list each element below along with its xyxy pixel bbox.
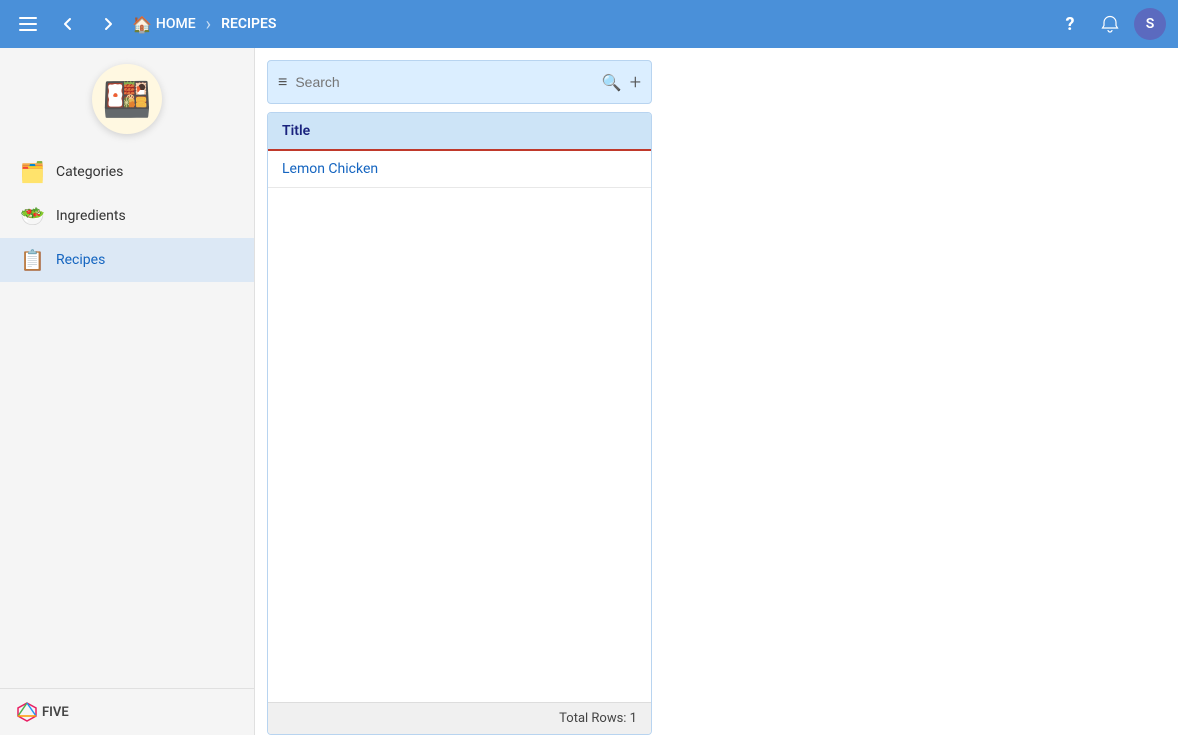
breadcrumb-separator: ›: [206, 14, 211, 35]
ingredients-icon: 🥗: [20, 204, 44, 228]
menu-button[interactable]: [12, 8, 44, 40]
notifications-button[interactable]: [1094, 8, 1126, 40]
five-logo-icon: [16, 701, 38, 723]
main-content: ≡ 🔍 + Title Lemon Chicken Total Rows: 1: [255, 48, 1178, 735]
categories-icon: 🗂️: [20, 160, 44, 184]
filter-icon[interactable]: ≡: [278, 72, 287, 92]
five-brand-label: FIVE: [42, 705, 69, 720]
sidebar: 🍱 🗂️ Categories 🥗 Ingredients 📋 Recipes: [0, 48, 255, 735]
sidebar-logo: 🍱: [0, 48, 254, 150]
recipes-icon: 📋: [20, 248, 44, 272]
topbar-actions: ? S: [1054, 8, 1166, 40]
recipes-table: Title Lemon Chicken Total Rows: 1: [267, 112, 652, 735]
home-icon: 🏠: [132, 15, 152, 34]
home-label: HOME: [156, 16, 196, 32]
user-avatar[interactable]: S: [1134, 8, 1166, 40]
cell-title: Lemon Chicken: [268, 151, 651, 187]
five-brand: FIVE: [16, 701, 69, 723]
home-link[interactable]: 🏠 HOME: [132, 15, 196, 34]
forward-button[interactable]: [92, 8, 124, 40]
table-header: Title: [268, 113, 651, 151]
sidebar-item-categories[interactable]: 🗂️ Categories: [0, 150, 254, 194]
help-button[interactable]: ?: [1054, 8, 1086, 40]
total-rows-label: Total Rows: 1: [559, 711, 637, 726]
column-title: Title: [268, 113, 651, 149]
avatar-label: S: [1146, 16, 1155, 32]
app-logo-emoji: 🍱: [102, 76, 152, 123]
sidebar-item-ingredients[interactable]: 🥗 Ingredients: [0, 194, 254, 238]
back-button[interactable]: [52, 8, 84, 40]
search-input[interactable]: [295, 74, 593, 90]
search-bar: ≡ 🔍 +: [267, 60, 652, 104]
table-body: Lemon Chicken: [268, 151, 651, 702]
app-layout: 🍱 🗂️ Categories 🥗 Ingredients 📋 Recipes: [0, 48, 1178, 735]
topbar: 🏠 HOME › RECIPES ? S: [0, 0, 1178, 48]
sidebar-item-recipes[interactable]: 📋 Recipes: [0, 238, 254, 282]
add-button[interactable]: +: [630, 70, 641, 94]
sidebar-item-label-categories: Categories: [56, 164, 123, 180]
sidebar-item-label-ingredients: Ingredients: [56, 208, 126, 224]
current-page-label: RECIPES: [221, 16, 276, 32]
search-icon[interactable]: 🔍: [602, 73, 622, 92]
help-icon: ?: [1066, 14, 1075, 35]
table-row[interactable]: Lemon Chicken: [268, 151, 651, 188]
sidebar-item-label-recipes: Recipes: [56, 252, 105, 268]
sidebar-nav: 🗂️ Categories 🥗 Ingredients 📋 Recipes: [0, 150, 254, 688]
sidebar-footer: FIVE: [0, 688, 254, 735]
table-footer: Total Rows: 1: [268, 702, 651, 734]
